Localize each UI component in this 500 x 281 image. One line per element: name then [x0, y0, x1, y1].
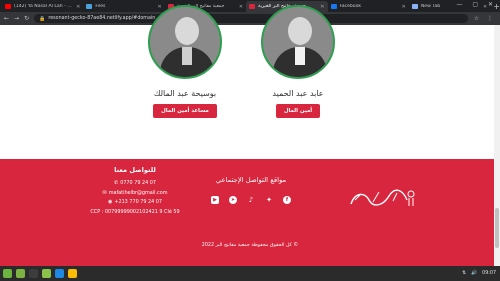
- member-name: عابد عبد الحميد: [272, 89, 324, 98]
- page-content: عابد عبد الحميد أمين المال بوسيحة عبد ال…: [0, 5, 494, 159]
- whatsapp-icon: ◉: [107, 199, 113, 206]
- url-field[interactable]: 🔒 resonant-gecko-87ae84.netlify.app/#dom…: [34, 14, 468, 23]
- address-bar: ← → ↻ 🔒 resonant-gecko-87ae84.netlify.ap…: [0, 12, 500, 25]
- chrome-icon[interactable]: [68, 269, 77, 278]
- tab-close-icon[interactable]: ✕: [76, 4, 80, 10]
- mint-menu-icon[interactable]: [3, 269, 12, 278]
- browser-tab[interactable]: (142) Ya Nasal Al Lah - Mofah✕: [2, 1, 83, 12]
- network-icon[interactable]: ⇅: [462, 271, 466, 276]
- social-section: مواقع التواصل الإجتماعي ▶ ➤ ♪ ✦ f: [196, 176, 306, 204]
- store-icon[interactable]: [55, 269, 64, 278]
- back-icon[interactable]: ←: [4, 15, 9, 22]
- tab-favicon-icon: [86, 4, 93, 9]
- social-title: مواقع التواصل الإجتماعي: [215, 176, 287, 184]
- system-tray: ⇅ 🔊 09:07: [462, 266, 496, 281]
- os-taskbar: [0, 266, 500, 281]
- tab-favicon-icon: [5, 4, 11, 9]
- folder-icon[interactable]: [42, 269, 51, 278]
- tiktok-icon[interactable]: ♪: [247, 196, 255, 204]
- tab-favicon-icon: [249, 4, 256, 9]
- facebook-icon[interactable]: f: [283, 196, 291, 204]
- volume-icon[interactable]: 🔊: [471, 271, 477, 276]
- tab-title: (142) Ya Nasal Al Lah - Mofah: [14, 4, 74, 9]
- tab-close-icon[interactable]: ✕: [402, 4, 406, 10]
- member-role-button[interactable]: مساعد أمين المال: [153, 104, 217, 118]
- tab-close-icon[interactable]: ✕: [239, 4, 243, 10]
- window-controls[interactable]: — ▢ ✕: [456, 1, 497, 8]
- browser-tab[interactable]: Facebook ✕: [328, 1, 409, 12]
- ccp-account: CCP : 00799999002102421 9 Clé 59: [90, 208, 180, 215]
- reload-icon[interactable]: ↻: [24, 15, 29, 22]
- site-footer: للتواصل معنا ✆ 0770 79 24 07 ✉ mafatihelbr…: [0, 159, 494, 266]
- twitter-icon[interactable]: ✦: [265, 196, 273, 204]
- member-photo: [148, 5, 222, 79]
- copyright-text: كل الحقوق محفوظة جمعية مفاتيح البر 2022 …: [201, 243, 299, 248]
- phone-icon: ✆: [114, 180, 119, 186]
- telegram-icon[interactable]: ➤: [229, 196, 237, 204]
- browser-extension-icons[interactable]: ☆ ⋮: [474, 15, 496, 22]
- contact-section: للتواصل معنا ✆ 0770 79 24 07 ✉ mafatihelbr…: [80, 166, 190, 218]
- scrollbar-thumb[interactable]: [495, 208, 499, 248]
- clock[interactable]: 09:07: [482, 271, 496, 276]
- member-role-button[interactable]: أمين المال: [275, 104, 321, 118]
- tab-favicon-icon: [411, 4, 418, 9]
- phone-number[interactable]: 0770 79 24 07: [120, 180, 156, 186]
- lock-icon: 🔒: [39, 15, 46, 22]
- member-name: بوسيحة عبد المالك: [153, 89, 217, 98]
- member-photo: [261, 5, 335, 79]
- association-logo: [350, 189, 415, 206]
- member-card: بوسيحة عبد المالك مساعد أمين المال: [140, 5, 230, 118]
- contact-title: للتواصل معنا: [114, 166, 156, 174]
- terminal-icon[interactable]: [29, 269, 38, 278]
- browser-tab-strip: (142) Ya Nasal Al Lah - Mofah✕Files✕جمعي…: [0, 0, 500, 12]
- youtube-icon[interactable]: ▶: [211, 196, 219, 204]
- email-address[interactable]: mafatihelbr@gmail.com: [109, 190, 168, 196]
- member-card: عابد عبد الحميد أمين المال: [258, 5, 338, 118]
- email-icon: ✉: [102, 189, 107, 196]
- whatsapp-number[interactable]: +213 770 79 24 07: [114, 199, 162, 205]
- tab-title: Facebook: [339, 4, 362, 9]
- forward-icon[interactable]: →: [14, 15, 19, 22]
- files-icon[interactable]: [16, 269, 25, 278]
